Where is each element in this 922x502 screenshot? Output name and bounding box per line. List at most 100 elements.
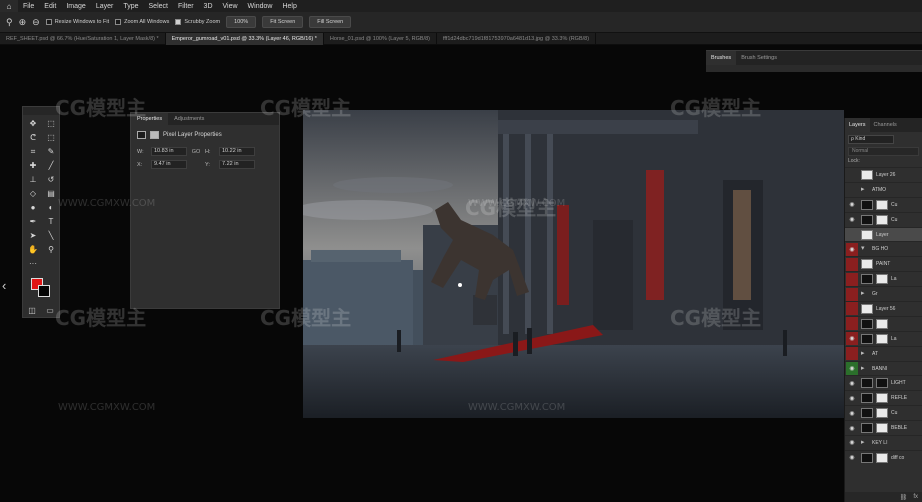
zoom-in-icon[interactable]: ⊕: [19, 17, 27, 28]
menu-layer[interactable]: Layer: [91, 3, 119, 10]
layer-row[interactable]: Layer 26: [845, 167, 922, 182]
path-select-tool-icon[interactable]: ➤: [24, 229, 42, 242]
layer-row[interactable]: La: [845, 271, 922, 286]
eyedropper-tool-icon[interactable]: ✎: [42, 145, 60, 158]
color-swatches[interactable]: [31, 278, 53, 300]
width-field[interactable]: 10.83 in: [151, 147, 187, 156]
line-tool-icon[interactable]: ╲: [42, 229, 60, 242]
history-brush-icon[interactable]: ↺: [42, 173, 60, 186]
menu-bar: ⌂ File Edit Image Layer Type Select Filt…: [0, 0, 922, 12]
tab-jpg[interactable]: fff1d24dbc719d1f81753970a6481d13.jpg @ 3…: [437, 32, 597, 45]
layers-panel: Layers Channels ρ Kind Normal Lock: Laye…: [844, 118, 922, 502]
menu-image[interactable]: Image: [61, 3, 90, 10]
gradient-tool-icon[interactable]: ▤: [42, 187, 60, 200]
brush-tool-icon[interactable]: ╱: [42, 159, 60, 172]
screen-mode-icon[interactable]: ▭: [46, 306, 54, 315]
move-tool-icon[interactable]: ✥: [24, 117, 42, 130]
home-icon[interactable]: ⌂: [0, 0, 18, 12]
y-field[interactable]: 7.22 in: [219, 160, 255, 169]
layer-row[interactable]: [845, 315, 922, 331]
width-label: W:: [137, 148, 144, 155]
background-color-swatch[interactable]: [38, 285, 50, 297]
layer-row[interactable]: Layer 56: [845, 301, 922, 316]
tab-emperor[interactable]: Emperor_gumroad_v01.psd @ 33.3% (Layer 4…: [165, 32, 324, 45]
collapse-arrow-icon[interactable]: ‹: [2, 278, 6, 293]
layer-row[interactable]: ◉ ▾ BG HO: [845, 241, 922, 256]
tab-brush-settings[interactable]: Brush Settings: [736, 55, 782, 61]
zoom-tool-icon[interactable]: ⚲: [6, 17, 13, 28]
healing-tool-icon[interactable]: ✚: [24, 159, 42, 172]
menu-window[interactable]: Window: [243, 3, 278, 10]
more-tools-icon[interactable]: ···: [24, 257, 42, 270]
mask-icon[interactable]: [150, 131, 159, 139]
menu-filter[interactable]: Filter: [173, 3, 199, 10]
blur-tool-icon[interactable]: ●: [24, 201, 42, 214]
menu-select[interactable]: Select: [144, 3, 173, 10]
tab-ref-sheet[interactable]: REF_SHEET.psd @ 66.7% (Hue/Saturation 1,…: [0, 32, 166, 45]
zoom-tool-icon[interactable]: ⚲: [42, 243, 60, 256]
menu-3d[interactable]: 3D: [199, 3, 218, 10]
zoom-all-windows-checkbox[interactable]: Zoom All Windows: [115, 19, 169, 25]
menu-view[interactable]: View: [218, 3, 243, 10]
tab-adjustments[interactable]: Adjustments: [168, 113, 210, 125]
fx-button[interactable]: fx: [913, 494, 918, 500]
zoom-100-button[interactable]: 100%: [226, 16, 257, 28]
stamp-tool-icon[interactable]: ⊥: [24, 173, 42, 186]
layer-row[interactable]: ◉ ▸ KEY LI: [845, 435, 922, 450]
fill-screen-button[interactable]: Fill Screen: [309, 16, 352, 28]
menu-type[interactable]: Type: [118, 3, 143, 10]
quick-select-tool-icon[interactable]: ⬚: [42, 131, 60, 144]
lasso-tool-icon[interactable]: ᕦ: [24, 131, 42, 144]
properties-header: Pixel Layer Properties: [131, 125, 279, 145]
layer-row[interactable]: ◉ BEBLE: [845, 420, 922, 435]
layer-row[interactable]: ◉ Cu: [845, 211, 922, 227]
dodge-tool-icon[interactable]: ◐: [42, 201, 60, 214]
document-canvas[interactable]: [303, 110, 844, 418]
hand-tool-icon[interactable]: ✋: [24, 243, 42, 256]
layer-row[interactable]: ◉ Cu: [845, 196, 922, 212]
menu-file[interactable]: File: [18, 3, 39, 10]
layer-kind-filter[interactable]: ρ Kind: [848, 135, 894, 144]
layer-row-selected[interactable]: Layer: [845, 226, 922, 242]
marquee-tool-icon[interactable]: ⬚: [42, 117, 60, 130]
document-tabs: REF_SHEET.psd @ 66.7% (Hue/Saturation 1,…: [0, 32, 922, 45]
height-label: H:: [205, 148, 211, 155]
watermark-url: WWW.CGMXW.COM: [58, 402, 156, 413]
blend-mode-select[interactable]: Normal: [848, 147, 919, 156]
menu-edit[interactable]: Edit: [39, 3, 61, 10]
fit-screen-button[interactable]: Fit Screen: [262, 16, 304, 28]
properties-title: Pixel Layer Properties: [163, 132, 222, 138]
link-dimensions-icon[interactable]: GO: [191, 149, 201, 155]
layer-row[interactable]: ◉ La: [845, 330, 922, 346]
pen-tool-icon[interactable]: ✒: [24, 215, 42, 228]
tab-layers[interactable]: Layers: [845, 118, 870, 132]
menu-help[interactable]: Help: [277, 3, 301, 10]
height-field[interactable]: 10.22 in: [219, 147, 255, 156]
resize-windows-checkbox[interactable]: Resize Windows to Fit: [45, 19, 109, 25]
x-field[interactable]: 9.47 in: [151, 160, 187, 169]
tab-brushes[interactable]: Brushes: [706, 51, 737, 65]
type-tool-icon[interactable]: T: [42, 215, 60, 228]
layer-row[interactable]: PAINT: [845, 256, 922, 271]
layer-row[interactable]: ▸ Gr: [845, 286, 922, 301]
layer-row[interactable]: ▸ AT: [845, 345, 922, 361]
tab-properties[interactable]: Properties: [131, 113, 169, 125]
toolbar-grip[interactable]: [23, 107, 59, 115]
layer-row[interactable]: ▸ ATMO: [845, 181, 922, 197]
scrubby-zoom-checkbox[interactable]: Scrubby Zoom: [175, 19, 220, 25]
eraser-tool-icon[interactable]: ◇: [24, 187, 42, 200]
tab-horse[interactable]: Horse_01.psd @ 100% (Layer 5, RGB/8): [324, 32, 437, 45]
zoom-out-icon[interactable]: ⊖: [32, 17, 40, 28]
pixel-layer-icon: [137, 131, 146, 139]
link-layers-icon[interactable]: ⛓: [900, 494, 908, 501]
tab-channels[interactable]: Channels: [870, 118, 901, 132]
layer-row[interactable]: ◉ LIGHT: [845, 375, 922, 390]
layer-row[interactable]: ◉ REFLE: [845, 390, 922, 405]
layer-row[interactable]: ◉ Cu: [845, 405, 922, 420]
options-bar: ⚲ ⊕ ⊖ Resize Windows to Fit Zoom All Win…: [0, 12, 922, 33]
crop-tool-icon[interactable]: ⌗: [24, 145, 42, 158]
layer-row[interactable]: ◉ ▸ BANNI: [845, 360, 922, 376]
layer-row[interactable]: ◉ diff co: [845, 449, 922, 465]
tools-panel: ✥ ⬚ ᕦ ⬚ ⌗ ✎ ✚ ╱ ⊥ ↺ ◇ ▤ ● ◐ ✒ T ➤ ╲ ✋ ⚲ …: [22, 106, 60, 318]
quick-mask-icon[interactable]: ◫: [28, 306, 36, 315]
